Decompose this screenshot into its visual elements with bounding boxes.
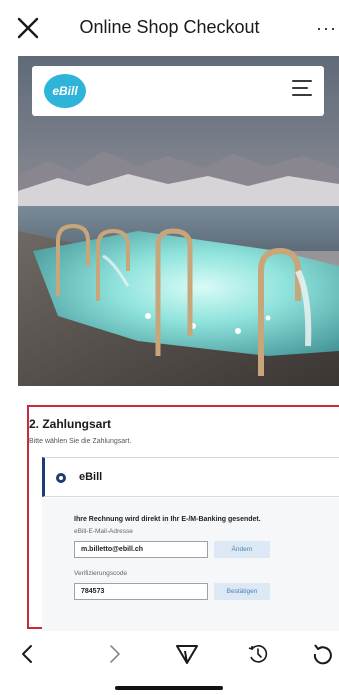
verification-code-label: Verifizierungscode <box>74 570 128 577</box>
confirm-button[interactable]: Bestätigen <box>214 583 270 600</box>
email-field[interactable]: m.billetto@ebill.ch <box>74 541 208 558</box>
share-icon[interactable] <box>172 641 202 667</box>
history-icon[interactable] <box>243 641 273 667</box>
section-heading: 2. Zahlungsart <box>29 417 112 431</box>
hamburger-menu-icon[interactable] <box>292 80 314 102</box>
email-field-label: eBill-E-Mail-Adresse <box>74 528 133 535</box>
chevron-left-icon[interactable] <box>12 641 42 667</box>
chevron-right-icon[interactable] <box>100 641 130 667</box>
ebill-option-label: eBill <box>79 471 103 483</box>
browser-bottom-toolbar <box>0 631 339 695</box>
ebill-logo[interactable]: eBill <box>44 74 86 108</box>
reload-icon[interactable] <box>308 641 338 667</box>
browser-top-bar: Online Shop Checkout ··· <box>0 0 339 56</box>
payment-method-section: 2. Zahlungsart Bitte wählen Sie die Zahl… <box>27 405 339 631</box>
more-options-icon[interactable]: ··· <box>316 18 337 39</box>
page-title: Online Shop Checkout <box>79 17 260 37</box>
site-header: eBill <box>32 66 324 116</box>
ebill-details-panel: Ihre Rechnung wird direkt in Ihr E-/M-Ba… <box>42 498 339 631</box>
ebill-radio-button[interactable] <box>56 473 66 483</box>
ebill-info-text: Ihre Rechnung wird direkt in Ihr E-/M-Ba… <box>74 516 261 523</box>
verification-code-field[interactable]: 784573 <box>74 583 208 600</box>
change-button[interactable]: Ändern <box>214 541 270 558</box>
ebill-payment-option[interactable]: eBill <box>42 457 339 497</box>
home-indicator <box>115 686 223 690</box>
section-subtitle: Bitte wählen Sie die Zahlungsart. <box>29 438 132 445</box>
